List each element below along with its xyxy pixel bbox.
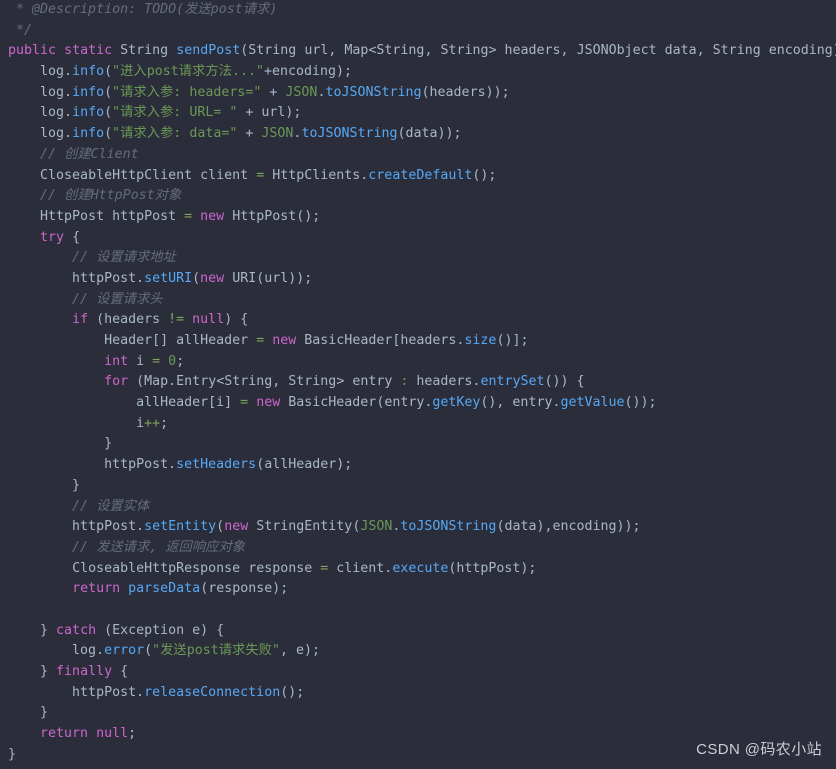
code-line: Header[] allHeader = new BasicHeader[hea… <box>104 333 529 348</box>
code-line: } <box>0 477 81 493</box>
code-line: log.info("进入post请求方法..."+encoding); <box>0 64 353 80</box>
code-line: httpPost.releaseConnection(); <box>0 684 305 700</box>
code-editor-screenshot: * @Description: TODO(发送post请求) */ public… <box>0 0 836 769</box>
code-line: try { <box>40 229 81 245</box>
code-line: } finally { <box>0 664 129 679</box>
code-line: int i = 0; <box>104 353 185 369</box>
code-line: CloseableHttpClient client = HttpClients… <box>40 167 497 183</box>
code-line: for (Map.Entry<String, String> entry : h… <box>104 374 585 390</box>
code-line: } <box>0 436 113 452</box>
code-line: // 设置请求地址 <box>0 250 176 266</box>
code-line: log.info("请求入参: data=" + JSON.toJSONStri… <box>0 126 462 142</box>
code-line: if (headers != null) { <box>72 312 249 328</box>
code-line: } catch (Exception e) { <box>0 622 225 638</box>
code-line: // 设置实体 <box>0 498 150 514</box>
code-line: httpPost.setEntity(new StringEntity(JSON… <box>0 519 641 535</box>
code-line: // 发送请求, 返回响应对象 <box>0 539 246 555</box>
code-line: i++; <box>0 415 169 431</box>
code-viewport[interactable]: * @Description: TODO(发送post请求) */ public… <box>0 0 836 765</box>
code-line: httpPost.setURI(new URI(url)); <box>0 270 313 286</box>
csdn-watermark: CSDN @码农小站 <box>696 741 822 758</box>
code-line: CloseableHttpResponse response = client.… <box>72 560 537 576</box>
code-line: * @Description: TODO(发送post请求) <box>0 2 278 17</box>
code-line: log.info("请求入参: URL= " + url); <box>0 105 302 121</box>
code-line: httpPost.setHeaders(allHeader); <box>0 457 353 473</box>
code-line: // 创建HttpPost对象 <box>0 188 182 204</box>
code-line: HttpPost httpPost = new HttpPost(); <box>40 208 321 224</box>
code-line: // 设置请求头 <box>0 291 163 307</box>
code-line: */ <box>0 22 33 38</box>
code-line: return parseData(response); <box>72 581 289 597</box>
code-line: allHeader[i] = new BasicHeader(entry.get… <box>0 395 657 411</box>
code-line: public static String sendPost(String url… <box>8 43 836 59</box>
code-line: log.info("请求入参: headers=" + JSON.toJSONS… <box>0 84 510 100</box>
code-line: log.error("发送post请求失败", e); <box>0 643 320 659</box>
code-line: // 创建Client <box>0 146 139 162</box>
code-line: } <box>0 705 49 721</box>
